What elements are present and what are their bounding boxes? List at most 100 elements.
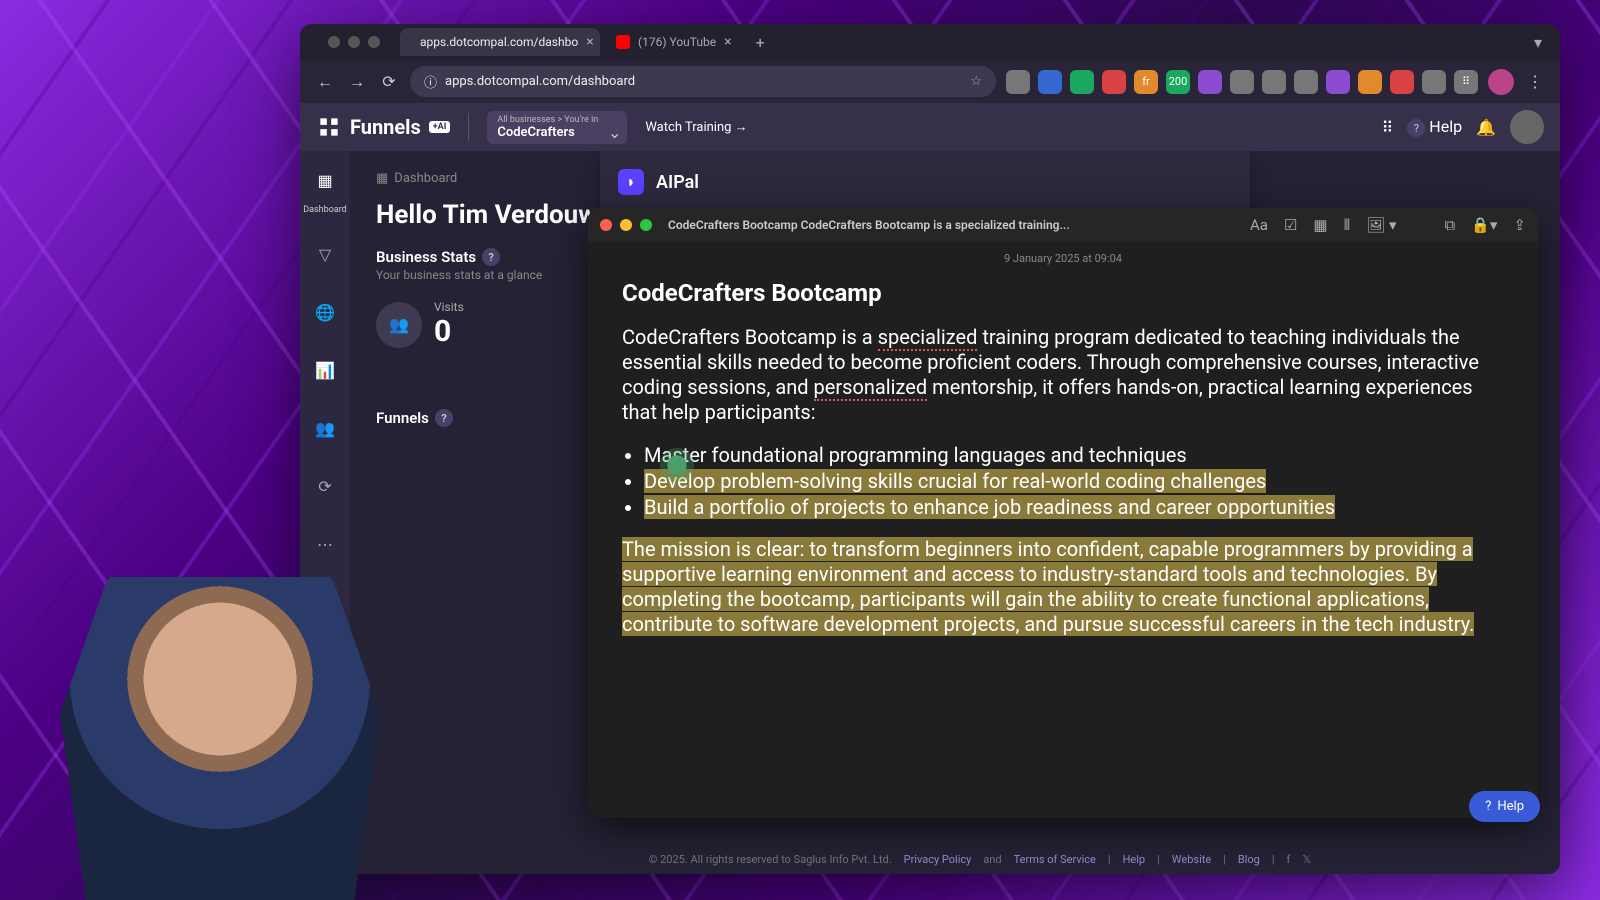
- website-link[interactable]: Website: [1172, 853, 1211, 866]
- apps-grid-icon[interactable]: ⠿: [1382, 118, 1394, 137]
- x-icon[interactable]: 𝕏: [1302, 853, 1311, 866]
- notes-window: CodeCrafters Bootcamp CodeCrafters Bootc…: [588, 208, 1538, 818]
- notes-heading: CodeCrafters Bootcamp: [622, 279, 1504, 307]
- bell-icon[interactable]: 🔔: [1476, 118, 1496, 137]
- terms-link[interactable]: Terms of Service: [1014, 853, 1096, 866]
- visits-label: Visits: [434, 300, 464, 314]
- tab-strip: apps.dotcompal.com/dashbo × (176) YouTub…: [300, 24, 1560, 60]
- brand-logo[interactable]: Funnels +AI: [316, 114, 450, 140]
- browser-tab[interactable]: (176) YouTube ×: [604, 28, 744, 56]
- share-icon[interactable]: ⇪: [1513, 216, 1526, 234]
- sidebar-item-globe[interactable]: 🌐: [306, 293, 344, 331]
- link-icon[interactable]: ⧉: [1444, 216, 1455, 234]
- checklist-icon[interactable]: ☑: [1284, 216, 1297, 234]
- extensions: fr 200 ⠿: [1006, 70, 1478, 94]
- window-controls[interactable]: [600, 219, 652, 231]
- browser-tab-active[interactable]: apps.dotcompal.com/dashbo ×: [400, 28, 600, 56]
- webcam-overlay: [60, 560, 380, 900]
- sidebar-item-team[interactable]: 👥: [306, 409, 344, 447]
- extension-icon[interactable]: [1230, 70, 1254, 94]
- notes-bullets: Master foundational programming language…: [622, 443, 1504, 519]
- url-input[interactable]: ⓘ apps.dotcompal.com/dashboard ☆: [410, 66, 996, 97]
- extension-icon[interactable]: [1358, 70, 1382, 94]
- minimize-icon[interactable]: [620, 219, 632, 231]
- visits-icon: 👥: [376, 302, 422, 348]
- forward-button[interactable]: →: [346, 72, 368, 92]
- spellcheck-underline: specialized: [878, 325, 978, 351]
- info-icon[interactable]: ?: [482, 248, 500, 266]
- menu-icon[interactable]: ⋮: [1524, 72, 1546, 91]
- text-selection: Build a portfolio of projects to enhance…: [644, 495, 1335, 519]
- brand-name: Funnels: [350, 115, 421, 139]
- notes-titlebar[interactable]: CodeCrafters Bootcamp CodeCrafters Bootc…: [588, 208, 1538, 242]
- workspace-name: CodeCrafters: [497, 125, 617, 140]
- extension-icon[interactable]: [1262, 70, 1286, 94]
- lock-icon[interactable]: 🔒▾: [1471, 216, 1497, 234]
- table-icon[interactable]: ▦: [1313, 216, 1327, 234]
- visits-value: 0: [434, 314, 464, 349]
- sidebar-item-dashboard[interactable]: ▦: [306, 161, 344, 199]
- facebook-icon[interactable]: f: [1287, 853, 1291, 866]
- back-button[interactable]: ←: [314, 72, 336, 92]
- extension-icon[interactable]: [1326, 70, 1350, 94]
- extension-icon[interactable]: [1390, 70, 1414, 94]
- new-tab-button[interactable]: +: [748, 33, 773, 52]
- url-text: apps.dotcompal.com/dashboard: [445, 74, 635, 89]
- notes-window-title: CodeCrafters Bootcamp CodeCrafters Bootc…: [668, 218, 1070, 232]
- close-icon[interactable]: ×: [586, 34, 593, 50]
- chevron-down-icon: ⌄: [608, 123, 621, 142]
- bookmark-icon[interactable]: ☆: [970, 74, 982, 89]
- puzzle-icon[interactable]: ⠿: [1454, 70, 1478, 94]
- aipal-logo-icon: ◗: [618, 169, 644, 195]
- aipal-panel: ◗ AIPal: [600, 151, 1250, 213]
- sidebar-item-funnels[interactable]: ▽: [306, 235, 344, 273]
- extension-icon[interactable]: [1294, 70, 1318, 94]
- privacy-link[interactable]: Privacy Policy: [904, 853, 972, 866]
- aipal-title: AIPal: [656, 172, 699, 193]
- extension-icon[interactable]: [1070, 70, 1094, 94]
- blog-link[interactable]: Blog: [1238, 853, 1260, 866]
- notes-date: 9 January 2025 at 09:04: [622, 252, 1504, 265]
- info-icon[interactable]: ?: [435, 409, 453, 427]
- presenter-face: [60, 560, 380, 900]
- divider: [468, 113, 469, 141]
- favicon: [616, 35, 630, 49]
- sidebar-item-more[interactable]: ⋯: [306, 525, 344, 563]
- spellcheck-underline: personalized: [814, 375, 928, 401]
- profile-avatar[interactable]: [1488, 69, 1514, 95]
- workspace-selector[interactable]: All businesses > You're in CodeCrafters …: [487, 111, 627, 144]
- watch-training-link[interactable]: Watch Training →: [645, 119, 747, 135]
- format-icon[interactable]: Aa: [1250, 216, 1268, 234]
- notes-body[interactable]: 9 January 2025 at 09:04 CodeCrafters Boo…: [588, 242, 1538, 818]
- reload-button[interactable]: ⟳: [378, 72, 400, 91]
- help-bubble[interactable]: ? Help: [1469, 791, 1540, 822]
- sidebar-item-history[interactable]: ⟳: [306, 467, 344, 505]
- tab-title: (176) YouTube: [638, 35, 716, 49]
- maximize-icon[interactable]: [640, 219, 652, 231]
- sidebar-item-analytics[interactable]: 📊: [306, 351, 344, 389]
- extension-icon[interactable]: [1038, 70, 1062, 94]
- audio-icon[interactable]: ⦀: [1344, 216, 1351, 234]
- chevron-down-icon[interactable]: ▾: [1528, 27, 1548, 58]
- extension-icon[interactable]: [1102, 70, 1126, 94]
- tab-title: apps.dotcompal.com/dashbo: [420, 35, 578, 49]
- notes-paragraph-2: The mission is clear: to transform begin…: [622, 537, 1504, 637]
- extension-icon[interactable]: [1422, 70, 1446, 94]
- help-button[interactable]: ? Help: [1407, 117, 1462, 138]
- sidebar-label: Dashboard: [303, 205, 347, 215]
- extension-icon[interactable]: [1198, 70, 1222, 94]
- extension-icon[interactable]: fr: [1134, 70, 1158, 94]
- footer: © 2025. All rights reserved to Saglus In…: [400, 844, 1560, 874]
- site-info-icon[interactable]: ⓘ: [424, 72, 437, 91]
- close-icon[interactable]: ×: [724, 34, 731, 50]
- app-header: Funnels +AI All businesses > You're in C…: [300, 103, 1560, 151]
- media-icon[interactable]: 🖼 ▾: [1366, 216, 1396, 234]
- help-link[interactable]: Help: [1123, 853, 1146, 866]
- list-item: Build a portfolio of projects to enhance…: [644, 495, 1504, 519]
- window-controls[interactable]: [312, 26, 396, 58]
- user-avatar[interactable]: [1510, 110, 1544, 144]
- close-icon[interactable]: [600, 219, 612, 231]
- extension-icon[interactable]: 200: [1166, 70, 1190, 94]
- notes-paragraph-1: CodeCrafters Bootcamp is a specialized t…: [622, 325, 1504, 425]
- extension-icon[interactable]: [1006, 70, 1030, 94]
